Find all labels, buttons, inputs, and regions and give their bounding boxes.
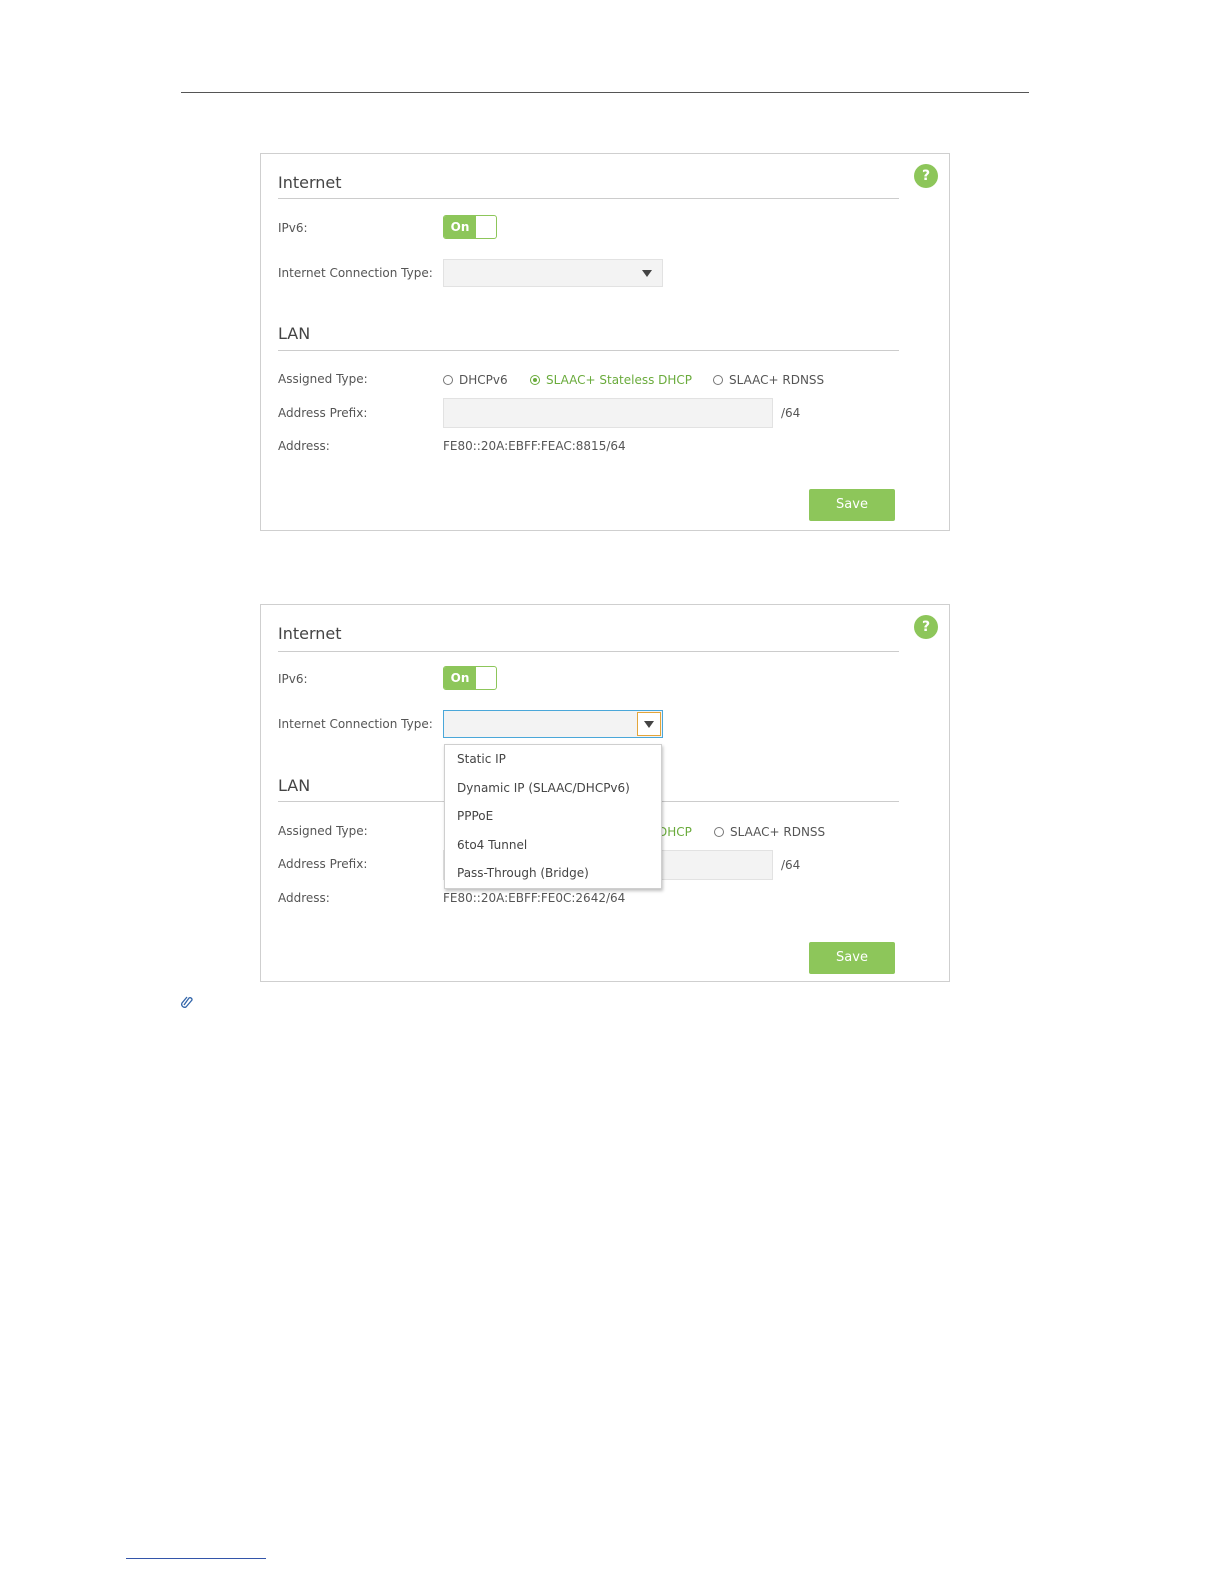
header-rule [181,92,1029,93]
address-prefix-label: Address Prefix: [278,406,368,420]
connection-type-label: Internet Connection Type: [278,717,433,731]
dropdown-option-dynamic-ip[interactable]: Dynamic IP (SLAAC/DHCPv6) [457,781,630,795]
dropdown-option-pass-through[interactable]: Pass-Through (Bridge) [457,866,589,880]
dropdown-arrow-button[interactable] [637,712,661,736]
toggle-on-label: On [444,667,476,689]
internet-section-title: Internet [278,173,342,192]
ipv6-toggle[interactable]: On [443,215,497,239]
radio-label: DHCPv6 [459,373,508,387]
address-label: Address: [278,439,330,453]
ipv6-toggle[interactable]: On [443,666,497,690]
connection-type-dropdown-menu: Static IP Dynamic IP (SLAAC/DHCPv6) PPPo… [444,744,662,889]
connection-type-select[interactable] [443,259,663,287]
radio-slaac-stateless-dhcp[interactable]: SLAAC+ Stateless DHCP [530,373,692,387]
save-button[interactable]: Save [809,942,895,974]
address-label: Address: [278,891,330,905]
connection-type-label: Internet Connection Type: [278,266,433,280]
connection-type-select[interactable] [443,710,663,738]
dropdown-option-pppoe[interactable]: PPPoE [457,809,493,823]
address-value: FE80::20A:EBFF:FEAC:8815/64 [443,439,626,453]
toggle-knob [475,667,496,689]
radio-dhcpv6[interactable]: DHCPv6 [443,373,508,387]
address-value: FE80::20A:EBFF:FE0C:2642/64 [443,891,626,905]
help-icon[interactable]: ? [914,615,938,639]
radio-label: SLAAC+ RDNSS [730,825,826,839]
ipv6-label: IPv6: [278,221,308,235]
radio-circle [713,375,723,385]
dropdown-option-6to4-tunnel[interactable]: 6to4 Tunnel [457,838,527,852]
lan-section-divider [278,350,899,351]
prefix-suffix: /64 [781,406,801,420]
prefix-suffix: /64 [781,858,801,872]
radio-label: SLAAC+ Stateless DHCP [546,373,693,387]
save-button[interactable]: Save [809,489,895,521]
radio-circle [443,375,453,385]
ipv6-label: IPv6: [278,672,308,686]
ipv6-settings-panel-2: ? Internet IPv6: On Internet Connection … [260,604,950,982]
dropdown-arrow-icon [644,721,654,728]
paperclip-icon [181,996,193,1008]
radio-circle [530,375,540,385]
dropdown-arrow-icon [642,270,652,277]
footnote-rule [126,1558,266,1559]
assigned-type-label: Assigned Type: [278,824,368,838]
address-prefix-input[interactable] [443,398,773,428]
ipv6-settings-panel-1: ? Internet IPv6: On Internet Connection … [260,153,950,531]
internet-section-divider [278,198,899,199]
address-prefix-label: Address Prefix: [278,857,368,871]
radio-slaac-rdnss[interactable]: SLAAC+ RDNSS [713,373,824,387]
radio-slaac-stateless-dhcp-partial[interactable]: DHCP [658,825,692,839]
toggle-on-label: On [444,216,476,238]
radio-label: DHCP [658,825,692,839]
radio-label: SLAAC+ RDNSS [729,373,825,387]
radio-circle [714,827,724,837]
radio-slaac-rdnss[interactable]: SLAAC+ RDNSS [714,825,825,839]
internet-section-title: Internet [278,624,342,643]
help-icon[interactable]: ? [914,164,938,188]
dropdown-option-static-ip[interactable]: Static IP [457,752,506,766]
toggle-knob [475,216,496,238]
lan-section-title: LAN [278,776,311,795]
lan-section-title: LAN [278,324,311,343]
internet-section-divider [278,651,899,652]
assigned-type-label: Assigned Type: [278,372,368,386]
